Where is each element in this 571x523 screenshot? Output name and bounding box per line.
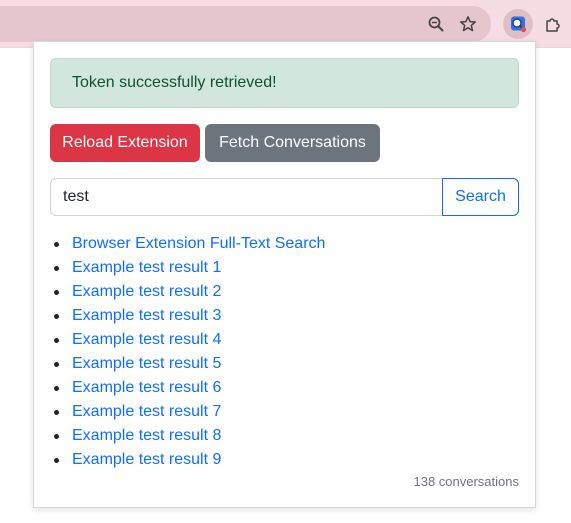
extensions-puzzle-icon[interactable] [538, 9, 568, 39]
list-item: Browser Extension Full-Text Search [50, 232, 519, 256]
result-link[interactable]: Example test result 3 [72, 307, 221, 324]
bullet-icon [54, 434, 59, 439]
list-item: Example test result 5 [50, 352, 519, 376]
bullet-icon [54, 266, 59, 271]
zoom-icon[interactable] [421, 9, 451, 39]
extension-popup: Token successfully retrieved! Reload Ext… [33, 41, 536, 508]
result-link[interactable]: Example test result 7 [72, 403, 221, 420]
bullet-icon [54, 338, 59, 343]
search-button[interactable]: Search [442, 178, 519, 216]
fetch-conversations-button[interactable]: Fetch Conversations [205, 124, 380, 162]
conversation-count: 138 conversations [413, 474, 519, 489]
bookmark-star-icon[interactable] [453, 9, 483, 39]
list-item: Example test result 2 [50, 280, 519, 304]
result-link[interactable]: Example test result 8 [72, 427, 221, 444]
result-link[interactable]: Browser Extension Full-Text Search [72, 235, 325, 252]
result-link[interactable]: Example test result 4 [72, 331, 221, 348]
list-item: Example test result 9 [50, 448, 519, 472]
bullet-icon [54, 362, 59, 367]
address-bar[interactable] [0, 6, 491, 42]
result-link[interactable]: Example test result 5 [72, 355, 221, 372]
bullet-icon [54, 410, 59, 415]
result-link[interactable]: Example test result 1 [72, 259, 221, 276]
bullet-icon [54, 242, 59, 247]
list-item: Example test result 4 [50, 328, 519, 352]
reload-extension-button[interactable]: Reload Extension [50, 124, 200, 162]
result-link[interactable]: Example test result 6 [72, 379, 221, 396]
results-list: Browser Extension Full-Text Search Examp… [50, 232, 519, 472]
list-item: Example test result 1 [50, 256, 519, 280]
list-item: Example test result 7 [50, 400, 519, 424]
search-input[interactable] [50, 178, 443, 216]
extension-active-icon[interactable] [503, 9, 533, 39]
bullet-icon [54, 458, 59, 463]
list-item: Example test result 6 [50, 376, 519, 400]
list-item: Example test result 3 [50, 304, 519, 328]
result-link[interactable]: Example test result 2 [72, 283, 221, 300]
bullet-icon [54, 314, 59, 319]
list-item: Example test result 8 [50, 424, 519, 448]
result-link[interactable]: Example test result 9 [72, 451, 221, 468]
success-alert: Token successfully retrieved! [50, 58, 519, 108]
bullet-icon [54, 386, 59, 391]
bullet-icon [54, 290, 59, 295]
